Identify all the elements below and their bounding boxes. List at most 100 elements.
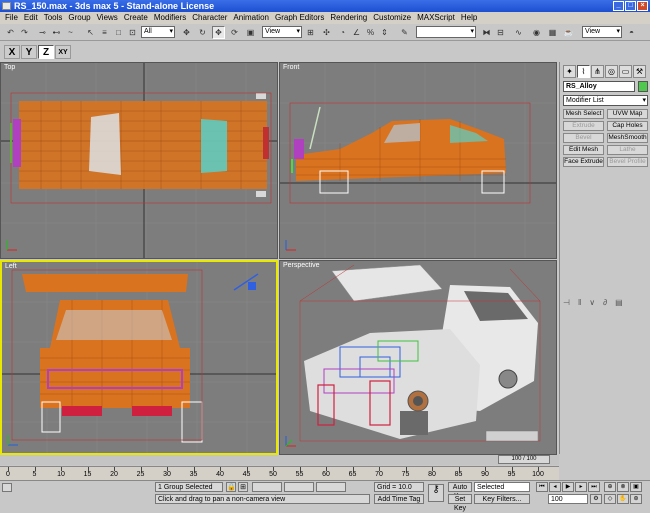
menu-animation[interactable]: Animation	[230, 12, 272, 24]
left-viewport-label[interactable]: Left	[5, 263, 17, 270]
menu-customize[interactable]: Customize	[370, 12, 414, 24]
axis-z-button[interactable]: Z	[38, 45, 54, 59]
time-slider[interactable]: 100 / 100	[498, 455, 550, 464]
key-filters-button[interactable]: Key Filters...	[474, 494, 530, 504]
top-viewport-label[interactable]: Top	[4, 64, 15, 71]
auto-key-button[interactable]: Auto Key	[448, 482, 472, 500]
select-object-icon[interactable]: ↖	[84, 26, 97, 39]
percent-snap-icon[interactable]: %	[364, 26, 377, 39]
selection-filter-dropdown[interactable]: All	[141, 26, 175, 38]
face-extrude-button[interactable]: Face Extrude	[563, 157, 604, 167]
menu-modifiers[interactable]: Modifiers	[151, 12, 189, 24]
spinner-snap-icon[interactable]: ⇕	[378, 26, 391, 39]
hierarchy-tab-icon[interactable]: ⋔	[591, 65, 604, 78]
undo-icon[interactable]: ↶	[4, 26, 17, 39]
app-icon[interactable]	[2, 2, 11, 10]
motion-tab-icon[interactable]: ◎	[605, 65, 618, 78]
perspective-viewport[interactable]: Perspective	[279, 260, 557, 455]
utilities-tab-icon[interactable]: ⚒	[633, 65, 646, 78]
remove-modifier-icon[interactable]: ∂	[603, 298, 607, 308]
configure-modifier-sets-icon[interactable]: ▤	[615, 298, 623, 308]
render-last-icon[interactable]: ◓	[625, 26, 638, 39]
pin-stack-icon[interactable]: ⊣	[563, 298, 570, 308]
select-move-pressed-icon[interactable]: ✥	[212, 26, 225, 39]
previous-frame-icon[interactable]: ◂	[549, 482, 561, 492]
object-name-field[interactable]: RS_Alloy	[563, 81, 635, 92]
menu-character[interactable]: Character	[189, 12, 230, 24]
rect-selection-icon[interactable]: □	[112, 26, 125, 39]
play-icon[interactable]: ▶	[562, 482, 574, 492]
zoom-extents-icon[interactable]: ▣	[630, 482, 642, 492]
zoom-icon[interactable]: ⊕	[604, 482, 616, 492]
field-of-view-icon[interactable]: ◇	[604, 494, 616, 504]
make-unique-icon[interactable]: ∨	[589, 298, 595, 308]
select-link-icon[interactable]: ⊸	[36, 26, 49, 39]
select-scale-icon[interactable]: ▣	[244, 26, 257, 39]
unlink-icon[interactable]: ⊷	[50, 26, 63, 39]
maximize-button[interactable]: □	[625, 1, 636, 11]
modifier-list-dropdown[interactable]: Modifier List	[563, 95, 648, 106]
close-button[interactable]: ×	[637, 1, 648, 11]
bevel-profile-button[interactable]: Bevel Profile	[607, 157, 648, 167]
x-coordinate-field[interactable]	[252, 482, 282, 492]
add-time-tag-button[interactable]: Add Time Tag	[374, 494, 424, 504]
curve-editor-icon[interactable]: ∿	[512, 26, 525, 39]
absolute-mode-icon[interactable]: ⊞	[238, 482, 248, 492]
menu-group[interactable]: Group	[65, 12, 93, 24]
left-viewport[interactable]: Left	[0, 260, 278, 455]
material-editor-icon[interactable]: ◉	[530, 26, 543, 39]
z-coordinate-field[interactable]	[316, 482, 346, 492]
goto-start-icon[interactable]: ⏮	[536, 482, 548, 492]
menu-file[interactable]: File	[2, 12, 21, 24]
uvw-map-button[interactable]: UVW Map	[607, 109, 648, 119]
minimize-button[interactable]: _	[613, 1, 624, 11]
named-selection-dropdown[interactable]	[416, 26, 476, 38]
front-viewport-label[interactable]: Front	[283, 64, 299, 71]
align-icon[interactable]: ⊟	[494, 26, 507, 39]
lathe-button[interactable]: Lathe	[607, 145, 648, 155]
arc-rotate-icon[interactable]: ⊛	[630, 494, 642, 504]
pan-icon[interactable]: ✋	[617, 494, 629, 504]
window-crossing-icon[interactable]: ⊡	[126, 26, 139, 39]
menu-help[interactable]: Help	[458, 12, 480, 24]
set-key-button[interactable]: Set Key	[448, 494, 472, 512]
select-move-icon[interactable]: ✥	[180, 26, 193, 39]
zoom-all-icon[interactable]: ⊗	[617, 482, 629, 492]
select-rotate-icon[interactable]: ↻	[196, 26, 209, 39]
top-viewport[interactable]: Top	[0, 62, 278, 259]
menu-views[interactable]: Views	[94, 12, 121, 24]
perspective-viewport-label[interactable]: Perspective	[283, 262, 320, 269]
y-coordinate-field[interactable]	[284, 482, 314, 492]
menu-maxscript[interactable]: MAXScript	[414, 12, 458, 24]
menu-graph-editors[interactable]: Graph Editors	[272, 12, 327, 24]
modifier-stack[interactable]	[563, 238, 648, 282]
named-selection-icon[interactable]: ✎	[398, 26, 411, 39]
edit-mesh-button[interactable]: Edit Mesh	[563, 145, 604, 155]
create-tab-icon[interactable]: ✦	[563, 65, 576, 78]
key-mode-dropdown[interactable]: Selected	[474, 482, 530, 492]
redo-icon[interactable]: ↷	[18, 26, 31, 39]
maxscript-listener-icon[interactable]	[2, 483, 12, 492]
extrude-button[interactable]: Extrude	[563, 121, 604, 131]
bevel-button[interactable]: Bevel	[563, 133, 604, 143]
mirror-icon[interactable]: ⧓	[480, 26, 493, 39]
select-manipulate-icon[interactable]: ✣	[320, 26, 333, 39]
snap-toggle-icon[interactable]: ◔	[336, 26, 349, 39]
select-by-name-icon[interactable]: ≡	[98, 26, 111, 39]
next-frame-icon[interactable]: ▸	[575, 482, 587, 492]
front-viewport[interactable]: Front	[279, 62, 557, 259]
menu-create[interactable]: Create	[121, 12, 151, 24]
axis-x-button[interactable]: X	[4, 45, 20, 59]
pivot-center-icon[interactable]: ⊞	[304, 26, 317, 39]
reference-coord-dropdown[interactable]: View	[262, 26, 302, 38]
key-icon[interactable]: ⚷	[428, 484, 444, 502]
menu-edit[interactable]: Edit	[21, 12, 41, 24]
object-color-swatch[interactable]	[638, 81, 648, 92]
axis-xy-button[interactable]: XY	[55, 45, 71, 59]
show-end-result-icon[interactable]: ‖	[578, 298, 581, 308]
axis-y-button[interactable]: Y	[21, 45, 37, 59]
render-type-dropdown[interactable]: View	[582, 26, 622, 38]
menu-rendering[interactable]: Rendering	[327, 12, 370, 24]
display-tab-icon[interactable]: ▭	[619, 65, 632, 78]
track-bar[interactable]	[0, 455, 559, 465]
